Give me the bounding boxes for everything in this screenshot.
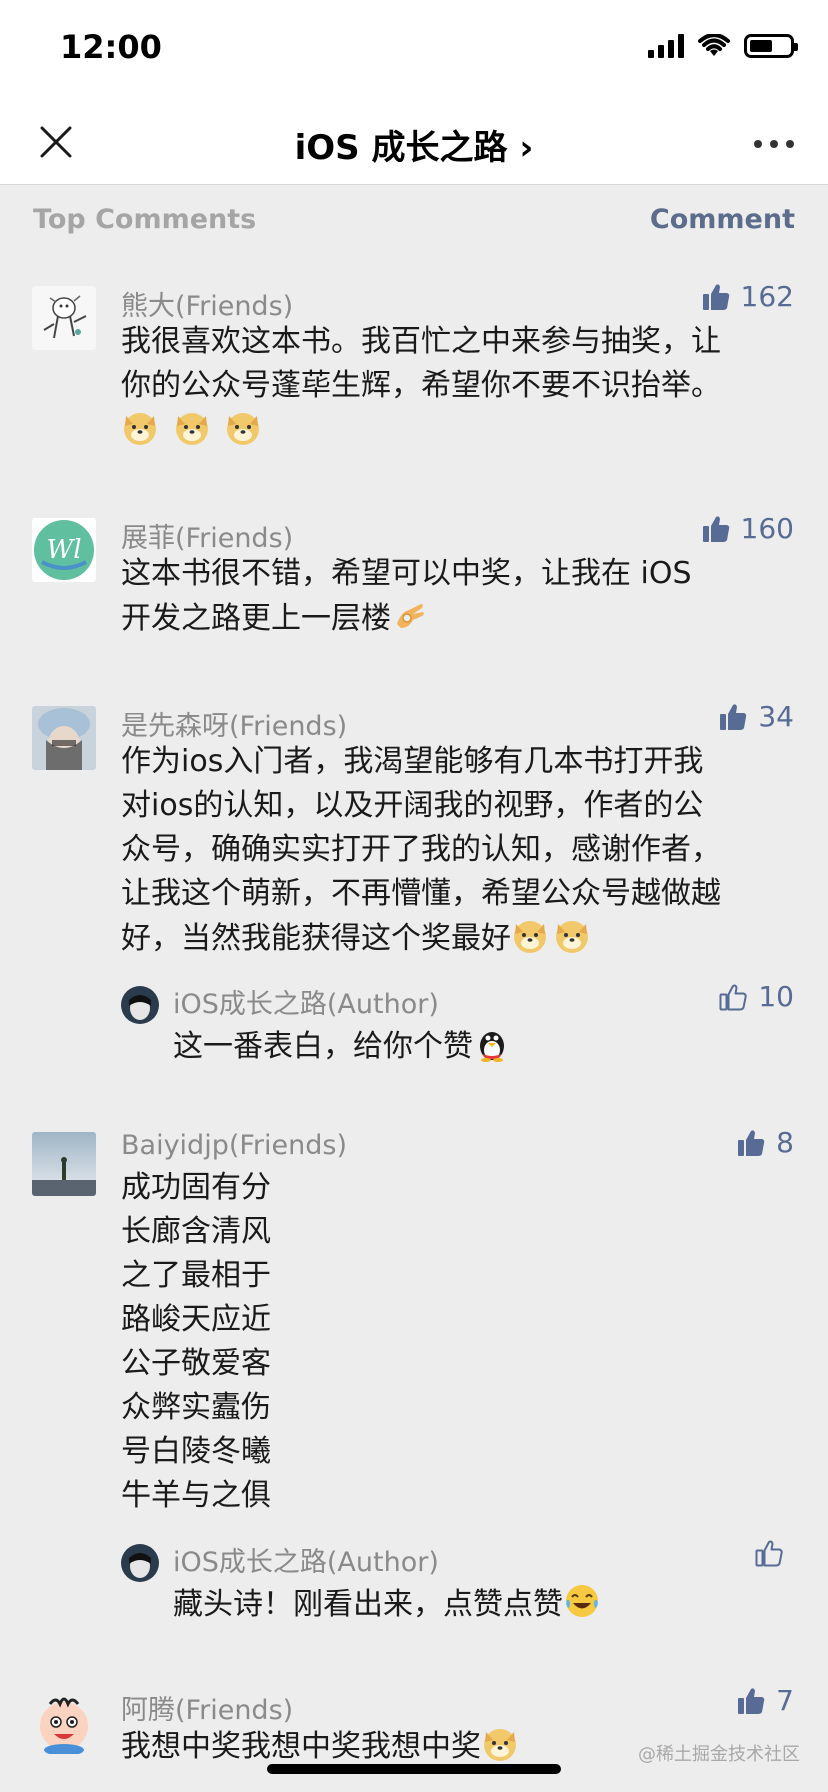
reply-author[interactable]: iOS成长之路(Author) — [173, 1540, 439, 1579]
like-button[interactable]: 34 — [718, 700, 794, 733]
write-comment-link[interactable]: Comment — [650, 204, 795, 235]
ok-hand-emoji — [397, 604, 424, 628]
reply-author[interactable]: iOS成长之路(Author) — [173, 982, 439, 1021]
section-header: Top Comments — [33, 204, 257, 235]
like-count: 162 — [740, 280, 794, 313]
comment-line: 我想中奖我想中奖我想中奖 — [121, 1729, 481, 1764]
author-avatar[interactable] — [121, 1544, 159, 1582]
thumbs-up-filled-icon — [738, 1687, 765, 1714]
like-count: 10 — [758, 980, 794, 1013]
comment-line: 你的公众号蓬荜生辉，希望你不要不识抬举。 — [121, 368, 721, 403]
reply-text-content: 藏头诗！刚看出来，点赞点赞 — [173, 1587, 563, 1622]
battery-icon — [744, 34, 798, 58]
comment-author[interactable]: 熊大(Friends) — [121, 284, 293, 323]
like-button[interactable]: 8 — [736, 1126, 794, 1159]
comment-line: 牛羊与之俱 — [121, 1478, 271, 1513]
comment-line: 这本书很不错，希望可以中奖，让我在 iOS — [121, 556, 692, 591]
like-button[interactable]: 10 — [718, 980, 794, 1013]
comment-text: 我很喜欢这本书。我百忙之中来参与抽奖，让 你的公众号蓬荜生辉，希望你不要不识抬举… — [121, 320, 794, 453]
like-button[interactable]: 162 — [701, 280, 794, 313]
like-button[interactable] — [754, 1538, 794, 1568]
comment-line: 之了最相于 — [121, 1258, 271, 1293]
like-button[interactable]: 160 — [701, 512, 794, 545]
watermark: @稀土掘金技术社区 — [638, 1744, 800, 1765]
reply-text: 这一番表白，给你个赞 — [173, 1024, 515, 1069]
doge-emoji — [484, 1729, 516, 1761]
cellular-signal-icon — [648, 34, 684, 58]
thumbs-up-outline-icon — [719, 984, 748, 1010]
like-count: 34 — [758, 700, 794, 733]
nav-bar: iOS 成长之路 › — [0, 100, 828, 185]
thumbs-up-filled-icon — [720, 703, 747, 730]
comment-line-with-emoji: 好，当然我能获得这个奖最好 — [121, 916, 794, 961]
reply-text-content: 这一番表白，给你个赞 — [173, 1029, 473, 1064]
more-options-icon[interactable] — [754, 140, 794, 148]
comment-text: 这本书很不错，希望可以中奖，让我在 iOS 开发之路更上一层楼 — [121, 552, 794, 641]
doge-emoji — [556, 921, 588, 953]
avatar[interactable] — [32, 1690, 96, 1754]
status-icons — [648, 34, 798, 58]
avatar[interactable] — [32, 286, 96, 350]
like-count: 8 — [776, 1126, 794, 1159]
svg-text:Wl: Wl — [46, 535, 81, 565]
doge-emoji — [175, 413, 208, 445]
status-bar: 12:00 — [0, 0, 828, 100]
page-title[interactable]: iOS 成长之路 › — [0, 120, 828, 169]
comment-text: 作为ios入门者，我渴望能够有几本书打开我 对ios的认知，以及开阔我的视野，作… — [121, 740, 794, 961]
home-indicator[interactable] — [267, 1764, 561, 1774]
comment-line-with-emoji: 开发之路更上一层楼 — [121, 596, 794, 641]
comment-line: 好，当然我能获得这个奖最好 — [121, 921, 511, 956]
like-button[interactable]: 7 — [736, 1684, 794, 1717]
comment-text: 成功固有分 长廊含清风 之了最相于 路峻天应近 公子敬爱客 众弊实蠹伤 号白陵冬… — [121, 1166, 794, 1518]
comment-line: 长廊含清风 — [121, 1214, 271, 1249]
thumbs-up-outline-icon — [755, 1540, 783, 1567]
emoji-row — [121, 408, 794, 453]
comment-line: 路峻天应近 — [121, 1302, 271, 1337]
comment-line: 成功固有分 — [121, 1170, 271, 1205]
comment-author[interactable]: Baiyidjp(Friends) — [121, 1130, 347, 1161]
like-count: 160 — [740, 512, 794, 545]
avatar[interactable]: Wl — [32, 518, 96, 582]
thumbs-up-filled-icon — [702, 515, 729, 542]
avatar[interactable] — [32, 1132, 96, 1196]
comment-author[interactable]: 是先森呀(Friends) — [121, 704, 347, 743]
laughing-emoji — [566, 1585, 598, 1617]
reply-text: 藏头诗！刚看出来，点赞点赞 — [173, 1582, 605, 1627]
comment-line: 对ios的认知，以及开阔我的视野，作者的公 — [121, 788, 704, 823]
author-avatar[interactable] — [121, 986, 159, 1024]
thumbs-up-filled-icon — [738, 1129, 765, 1156]
comment-author[interactable]: 阿腾(Friends) — [121, 1688, 293, 1727]
like-count: 7 — [776, 1684, 794, 1717]
comment-line: 让我这个萌新，不再懵懂，希望公众号越做越 — [121, 876, 721, 911]
doge-emoji — [514, 921, 546, 953]
wifi-icon — [698, 34, 730, 56]
penguin-emoji — [480, 1032, 504, 1062]
comment-line: 号白陵冬曦 — [121, 1434, 271, 1469]
status-time: 12:00 — [60, 28, 162, 66]
doge-emoji — [124, 413, 156, 445]
doge-emoji — [227, 413, 260, 445]
avatar[interactable] — [32, 706, 96, 770]
comment-line: 公子敬爱客 — [121, 1346, 271, 1381]
comment-line: 作为ios入门者，我渴望能够有几本书打开我 — [121, 744, 704, 779]
comment-line: 众弊实蠹伤 — [121, 1390, 271, 1425]
comment-line: 众号，确确实实打开了我的认知，感谢作者， — [121, 832, 721, 867]
comment-line: 我很喜欢这本书。我百忙之中来参与抽奖，让 — [121, 324, 721, 359]
comment-author[interactable]: 展菲(Friends) — [121, 516, 293, 555]
comment-line: 开发之路更上一层楼 — [121, 601, 391, 636]
thumbs-up-filled-icon — [702, 283, 729, 310]
